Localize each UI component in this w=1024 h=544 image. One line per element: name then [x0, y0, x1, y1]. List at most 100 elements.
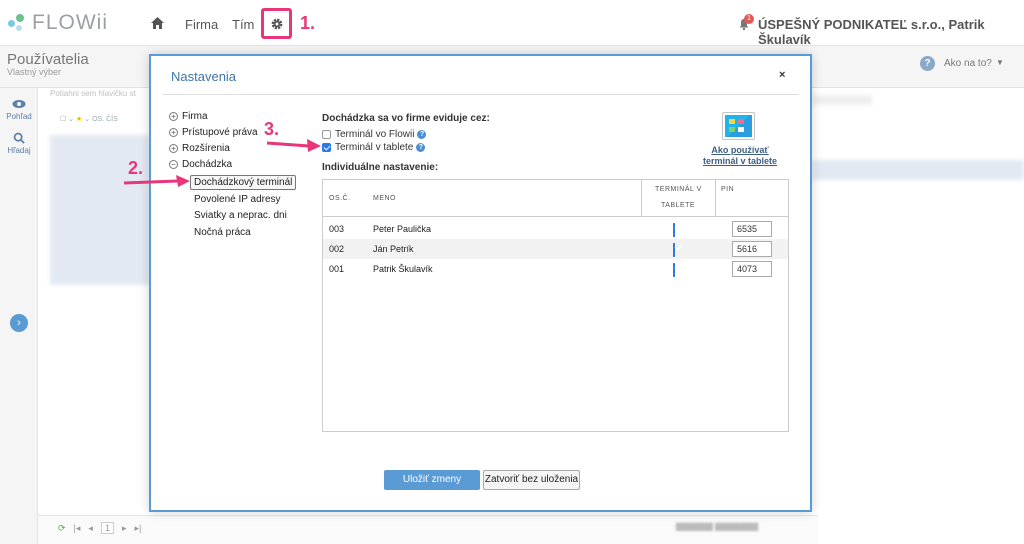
blurred-row: [812, 160, 1024, 180]
prev-page-icon[interactable]: ◂: [88, 523, 93, 534]
group-by-hint: Potiahni sem hlavičku st: [50, 89, 136, 98]
grid-header-hint: ☐ ⌄ ★ ⌄ OS. ČÍS: [60, 116, 118, 123]
column-header-pin[interactable]: PIN: [721, 186, 734, 193]
tree-item-rozsirenia[interactable]: + Rozšírenia: [169, 143, 230, 154]
tree-label: Firma: [182, 111, 208, 122]
page-number[interactable]: 1: [100, 522, 114, 534]
logo-mark-icon: [6, 12, 32, 34]
help-link[interactable]: Ako na to?: [944, 58, 992, 69]
tablet-icon[interactable]: [722, 112, 755, 140]
cell-meno: Patrik Škulavík: [373, 264, 433, 274]
tree-item-sviatky[interactable]: Sviatky a neprac. dni: [194, 210, 287, 221]
plus-icon: +: [169, 128, 178, 137]
tree-item-firma[interactable]: + Firma: [169, 111, 208, 122]
first-page-icon[interactable]: |◂: [74, 523, 81, 534]
option-label: Terminál vo Flowii: [335, 129, 415, 140]
table-row: 002 Ján Petrík 5616: [323, 239, 788, 259]
checkbox-checked[interactable]: [673, 223, 675, 237]
column-divider: [715, 180, 716, 217]
help-icon[interactable]: ?: [417, 130, 427, 139]
table-row: 001 Patrik Škulavík 4073: [323, 259, 788, 279]
checkbox-checked[interactable]: [673, 243, 675, 257]
nav-firma[interactable]: Firma: [185, 17, 218, 32]
modal-title: Nastavenia: [171, 69, 237, 84]
tree-item-nocna-praca[interactable]: Nočná práca: [194, 227, 251, 238]
expand-panel-button[interactable]: ›: [10, 314, 28, 332]
cell-os: 003: [329, 224, 345, 234]
eye-icon: [12, 100, 26, 108]
flowii-logo[interactable]: FLOWii: [6, 11, 108, 35]
grid-total-blurred: ▇▇▇▇▇▇ ▇▇▇▇▇▇▇: [676, 522, 759, 531]
top-bar: FLOWii Firma Tím 1. 1 ÚSPEŠNÝ PODNIKATEĽ…: [0, 0, 1024, 47]
checkbox-checked[interactable]: [673, 263, 675, 277]
notification-badge: 1: [744, 14, 754, 24]
help-icon[interactable]: ?: [920, 56, 935, 71]
settings-button[interactable]: [261, 8, 292, 39]
plus-icon: +: [169, 144, 178, 153]
cell-os: 001: [329, 264, 345, 274]
grid-col-hint: OS. ČÍS: [92, 116, 118, 123]
home-icon[interactable]: [151, 17, 164, 29]
logo-text: FLOWii: [32, 11, 108, 34]
rail-label-hladaj: Hľadaj: [7, 146, 31, 155]
save-button[interactable]: Uložiť zmeny: [384, 470, 480, 490]
tablet-help-link[interactable]: Ako používať terminál v tablete: [700, 145, 780, 167]
annotation-step-1: 1.: [300, 13, 316, 33]
tree-item-dochadzka[interactable]: − Dochádzka: [169, 159, 232, 170]
search-icon: [13, 132, 25, 144]
pager: ⟳ |◂ ◂ 1 ▸ ▸|: [58, 522, 141, 534]
next-page-icon[interactable]: ▸: [122, 523, 127, 534]
column-header-tablet[interactable]: TABLETE: [661, 202, 695, 209]
tree-label: Dochádzka: [182, 159, 233, 170]
tree-label: Prístupové práva: [182, 127, 258, 138]
checkbox-icon: ☐ ⌄: [60, 116, 75, 123]
divider: [163, 94, 799, 95]
checkbox[interactable]: [322, 130, 331, 139]
option-terminal-flowii[interactable]: Terminál vo Flowii ?: [322, 129, 427, 140]
last-page-icon[interactable]: ▸|: [134, 523, 141, 534]
blurred-row: [812, 95, 872, 105]
employee-table: OS.Č. MENO TERMINÁL V TABLETE PIN 003 Pe…: [322, 179, 789, 432]
nav-tim[interactable]: Tím: [232, 17, 254, 32]
cell-meno: Peter Paulička: [373, 224, 432, 234]
pin-input[interactable]: 6535: [732, 221, 772, 237]
tree-item-povolene-ip[interactable]: Povolené IP adresy: [194, 194, 281, 205]
page-title: Používatelia: [7, 51, 89, 68]
column-header-os[interactable]: OS.Č.: [329, 195, 351, 202]
tree-item-dochadzkovy-terminal[interactable]: Dochádzkový terminál: [190, 175, 297, 190]
rail-item-pohlad[interactable]: Pohľad: [0, 98, 38, 121]
cell-os: 002: [329, 244, 345, 254]
individual-settings-title: Individuálne nastavenie:: [322, 162, 439, 173]
cell-meno: Ján Petrík: [373, 244, 414, 254]
table-header: OS.Č. MENO TERMINÁL V TABLETE PIN: [323, 180, 788, 217]
settings-modal: Nastavenia × + Firma + Prístupové práva …: [149, 54, 812, 512]
gear-icon: [271, 18, 282, 29]
option-terminal-tablet[interactable]: Terminál v tablete ?: [322, 142, 426, 153]
chevron-down-icon[interactable]: ▼: [996, 58, 1004, 67]
option-label: Terminál v tablete: [335, 142, 414, 153]
pin-input[interactable]: 5616: [732, 241, 772, 257]
star-icon: ★: [76, 116, 83, 123]
column-header-meno[interactable]: MENO: [373, 195, 396, 202]
rail-item-hladaj[interactable]: Hľadaj: [0, 132, 38, 155]
close-without-save-button[interactable]: Zatvoriť bez uloženia: [483, 470, 580, 490]
column-divider: [641, 180, 642, 217]
annotation-arrow-2: [123, 175, 190, 187]
tree-item-pristupove-prava[interactable]: + Prístupové práva: [169, 127, 258, 138]
company-user-label[interactable]: ÚSPEŠNÝ PODNIKATEĽ s.r.o., Patrik Škulav…: [758, 17, 1024, 47]
attendance-section-title: Dochádzka sa vo firme eviduje cez:: [322, 113, 490, 124]
rail-label-pohlad: Pohľad: [6, 112, 32, 121]
checkbox-checked[interactable]: [322, 143, 331, 152]
column-header-terminal[interactable]: TERMINÁL V: [655, 186, 702, 193]
plus-icon: +: [169, 112, 178, 121]
annotation-arrow-3: [266, 139, 321, 152]
table-row: 003 Peter Paulička 6535: [323, 219, 788, 239]
close-icon[interactable]: ×: [779, 69, 785, 81]
refresh-icon[interactable]: ⟳: [58, 523, 66, 534]
pin-input[interactable]: 4073: [732, 261, 772, 277]
tree-label: Rozšírenia: [182, 143, 230, 154]
help-icon[interactable]: ?: [416, 143, 426, 152]
page-subtitle: Vlastný výber: [7, 67, 62, 77]
left-rail: Pohľad Hľadaj ›: [0, 88, 38, 544]
minus-icon: −: [169, 160, 178, 169]
